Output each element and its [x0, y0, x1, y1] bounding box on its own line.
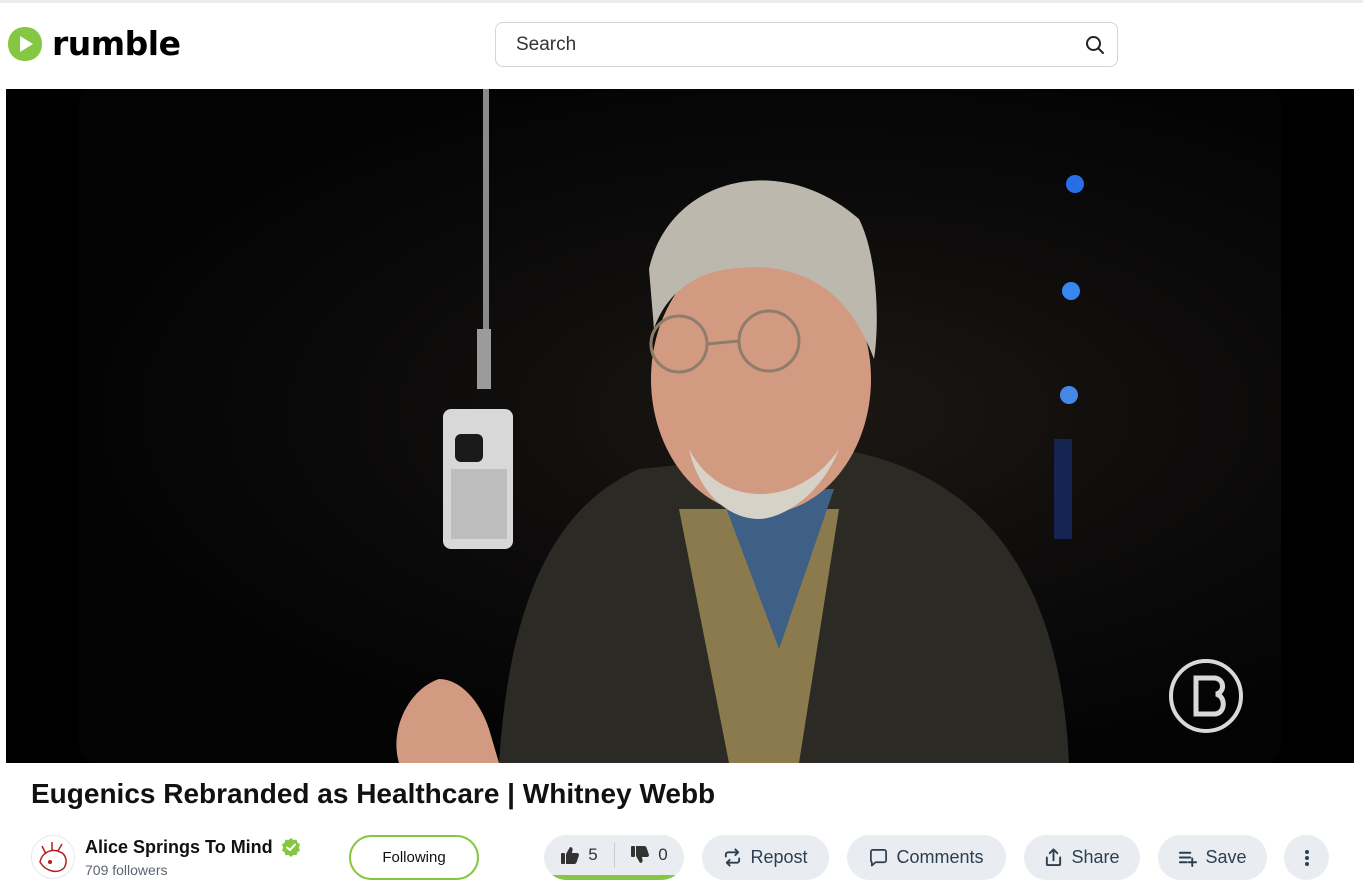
- share-icon: [1046, 848, 1062, 867]
- repost-button[interactable]: Repost: [702, 835, 829, 880]
- save-label: Save: [1205, 847, 1247, 867]
- repost-label: Repost: [750, 847, 808, 867]
- video-player[interactable]: [6, 89, 1354, 763]
- channel-avatar-icon: [39, 842, 67, 873]
- follower-count: 709 followers: [85, 861, 168, 878]
- share-button[interactable]: Share: [1024, 835, 1140, 880]
- video-scene: [396, 89, 1084, 763]
- more-options-icon: [1304, 849, 1309, 866]
- play-logo-icon: [8, 27, 42, 61]
- more-options-button[interactable]: [1284, 835, 1329, 880]
- channel-info[interactable]: Alice Springs To Mind 709 followers: [31, 835, 301, 879]
- like-button[interactable]: 5: [544, 835, 614, 875]
- like-ratio-fill: [548, 875, 680, 880]
- search-input[interactable]: Search: [516, 34, 576, 56]
- video-frame[interactable]: [79, 89, 1281, 763]
- channel-name[interactable]: Alice Springs To Mind: [85, 837, 273, 858]
- vote-control: 5 0: [544, 835, 684, 880]
- search-icon[interactable]: [1085, 35, 1105, 55]
- video-title: Eugenics Rebranded as Healthcare | Whitn…: [31, 778, 716, 809]
- rumble-logo[interactable]: rumble: [6, 24, 181, 63]
- dislike-button[interactable]: 0: [614, 835, 684, 875]
- channel-meta: Alice Springs To Mind 709 followers: [85, 837, 301, 878]
- following-button[interactable]: Following: [349, 835, 479, 880]
- thumbs-down-icon: [631, 846, 650, 863]
- save-button[interactable]: Save: [1158, 835, 1267, 880]
- logo-text: rumble: [52, 24, 181, 63]
- thumbs-up-icon: [561, 847, 580, 864]
- blaze-watermark-icon: [1169, 659, 1243, 733]
- like-count: 5: [588, 845, 598, 864]
- verified-icon: [281, 838, 300, 857]
- avatar[interactable]: [31, 835, 75, 879]
- comments-button[interactable]: Comments: [847, 835, 1006, 880]
- site-header: rumble Search: [0, 3, 1363, 89]
- comments-label: Comments: [896, 847, 984, 867]
- like-ratio-bar: [548, 875, 680, 880]
- channel-name-row: Alice Springs To Mind: [85, 837, 301, 858]
- save-playlist-icon: [1179, 851, 1198, 867]
- share-label: Share: [1071, 847, 1120, 867]
- repost-icon: [725, 848, 741, 867]
- dislike-count: 0: [658, 845, 668, 864]
- search-box[interactable]: Search: [495, 22, 1118, 67]
- comment-icon: [870, 849, 888, 867]
